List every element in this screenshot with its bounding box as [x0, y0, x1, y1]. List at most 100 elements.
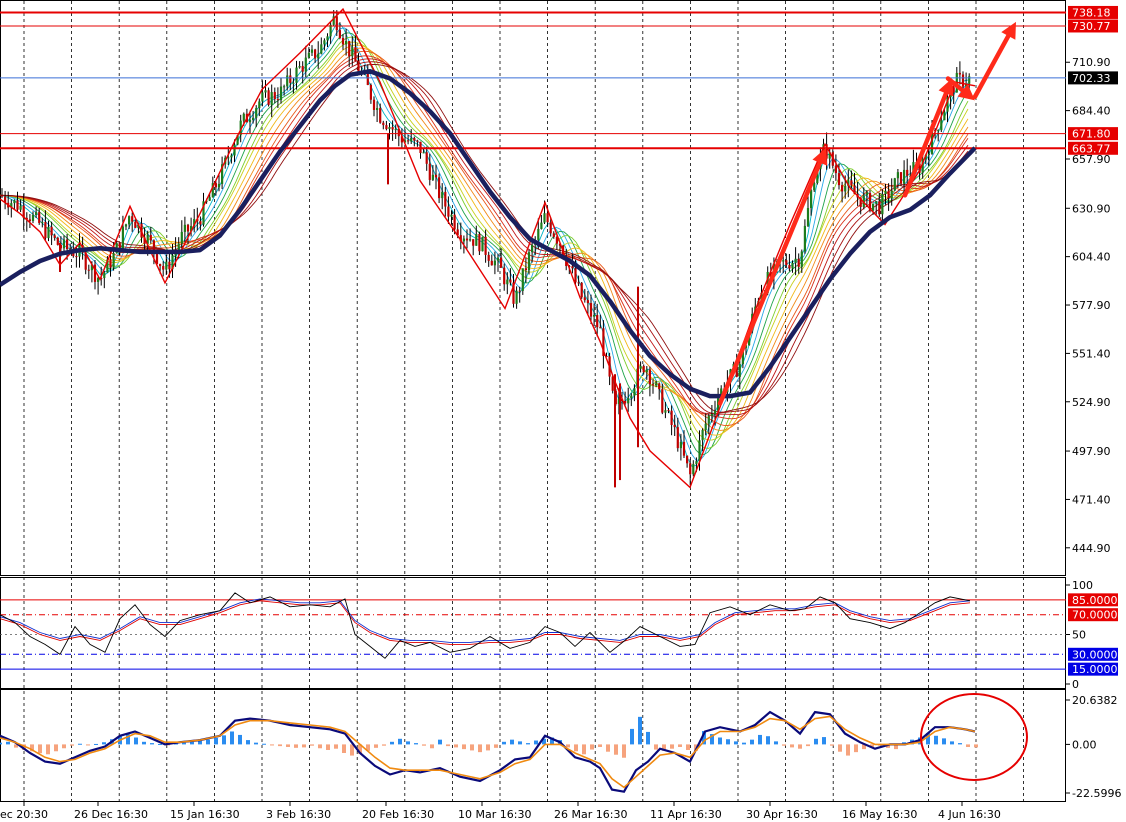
price-label: 663.77	[1072, 142, 1111, 155]
candle-down	[372, 99, 376, 110]
hist-bar-positive	[526, 743, 530, 745]
y-tick-label: 20.6382	[1072, 694, 1118, 707]
candle-down	[44, 222, 47, 239]
candle-down	[407, 140, 410, 142]
candle-up	[865, 193, 868, 196]
hist-bar-negative	[478, 744, 482, 753]
candle-up	[345, 41, 348, 45]
candle-down	[301, 66, 304, 72]
candle-up	[431, 174, 434, 180]
candle-up	[630, 395, 633, 399]
candle-down	[487, 254, 490, 261]
hist-bar-positive	[630, 728, 634, 745]
hist-bar-negative	[966, 744, 970, 747]
hist-bar-positive	[718, 737, 722, 745]
candle-up	[295, 67, 298, 83]
hist-bar-negative	[494, 744, 498, 748]
hist-bar-negative	[854, 744, 858, 753]
candle-down	[661, 389, 664, 413]
y-tick-label: 551.40	[1072, 347, 1111, 360]
candle-down	[518, 290, 521, 292]
candle-down	[648, 369, 651, 385]
x-tick-label: 4 Jun 16:30	[938, 808, 1001, 821]
hist-bar-negative	[654, 744, 658, 750]
candle-up	[844, 185, 847, 192]
candle-down	[159, 264, 162, 267]
hist-bar-positive	[6, 741, 10, 745]
price-label: 70.0000	[1072, 609, 1118, 622]
candle-up	[506, 279, 509, 285]
hist-bar-positive	[646, 731, 650, 745]
candle-down	[484, 236, 487, 255]
hist-bar-negative	[670, 744, 674, 749]
candle-up	[521, 268, 524, 291]
hist-bar-positive	[734, 741, 738, 745]
candle-down	[162, 266, 165, 270]
candle-up	[940, 120, 943, 131]
candle-up	[927, 153, 930, 155]
candle-up	[410, 137, 413, 142]
candle-up	[326, 36, 329, 41]
hist-bar-negative	[342, 744, 346, 753]
candle-down	[354, 47, 357, 61]
candle-up	[233, 144, 236, 156]
candle-up	[320, 44, 323, 54]
candle-down	[546, 213, 549, 223]
hist-bar-negative	[790, 744, 794, 748]
candle-down	[878, 201, 881, 215]
price-label: 702.33	[1072, 72, 1111, 85]
candle-down	[961, 74, 965, 87]
candle-down	[899, 172, 903, 184]
hist-bar-positive	[502, 741, 506, 745]
candle-down	[109, 259, 112, 268]
price-label: 671.80	[1072, 128, 1111, 141]
trading-chart[interactable]: 710.90684.40657.90630.90604.40577.90551.…	[0, 0, 1126, 822]
candle-down	[580, 282, 583, 298]
candle-up	[493, 260, 496, 266]
hist-bar-negative	[454, 744, 458, 748]
candle-up	[165, 261, 168, 270]
candle-up	[782, 260, 785, 262]
histogram-panel[interactable]	[0, 689, 1066, 802]
candle-up	[645, 369, 648, 373]
x-tick-label: 11 Apr 16:30	[650, 808, 722, 821]
x-tick-label: 26 Dec 16:30	[74, 808, 148, 821]
candle-up	[103, 272, 106, 279]
hist-bar-negative	[614, 744, 618, 755]
candle-up	[881, 194, 884, 215]
candle-down	[53, 235, 56, 238]
candle-up	[469, 239, 472, 241]
candle-up	[704, 423, 707, 431]
candle-up	[208, 197, 211, 201]
candle-down	[574, 268, 577, 283]
hist-bar-negative	[86, 744, 90, 746]
candle-down	[338, 30, 341, 39]
x-tick-label: 3 Feb 16:30	[266, 808, 331, 821]
candle-up	[217, 183, 221, 188]
candle-down	[416, 140, 419, 142]
hist-bar-negative	[846, 744, 850, 756]
candle-down	[670, 410, 673, 425]
x-axis: ec 20:30 26 Dec 16:30 15 Jan 16:30 3 Feb 16…	[0, 801, 1001, 821]
candle-up	[527, 252, 531, 271]
y-tick-label: -22.5996	[1072, 787, 1121, 800]
candle-up	[875, 201, 878, 204]
candle-down	[289, 75, 292, 83]
candle-up	[394, 129, 397, 131]
price-panel[interactable]	[0, 0, 1066, 576]
candle-down	[434, 174, 438, 178]
candle-down	[199, 221, 202, 225]
hist-bar-positive	[78, 743, 82, 745]
candle-up	[937, 130, 940, 132]
candle-up	[872, 203, 875, 211]
candle-down	[56, 237, 59, 245]
candle-down	[341, 38, 345, 45]
candle-down	[571, 266, 574, 269]
candle-down	[577, 282, 580, 284]
candle-up	[692, 463, 695, 475]
hist-bar-negative	[302, 744, 306, 748]
x-tick-label: 30 Apr 16:30	[746, 808, 818, 821]
hist-bar-negative	[38, 744, 42, 754]
candle-up	[47, 226, 50, 239]
candle-down	[382, 122, 385, 126]
